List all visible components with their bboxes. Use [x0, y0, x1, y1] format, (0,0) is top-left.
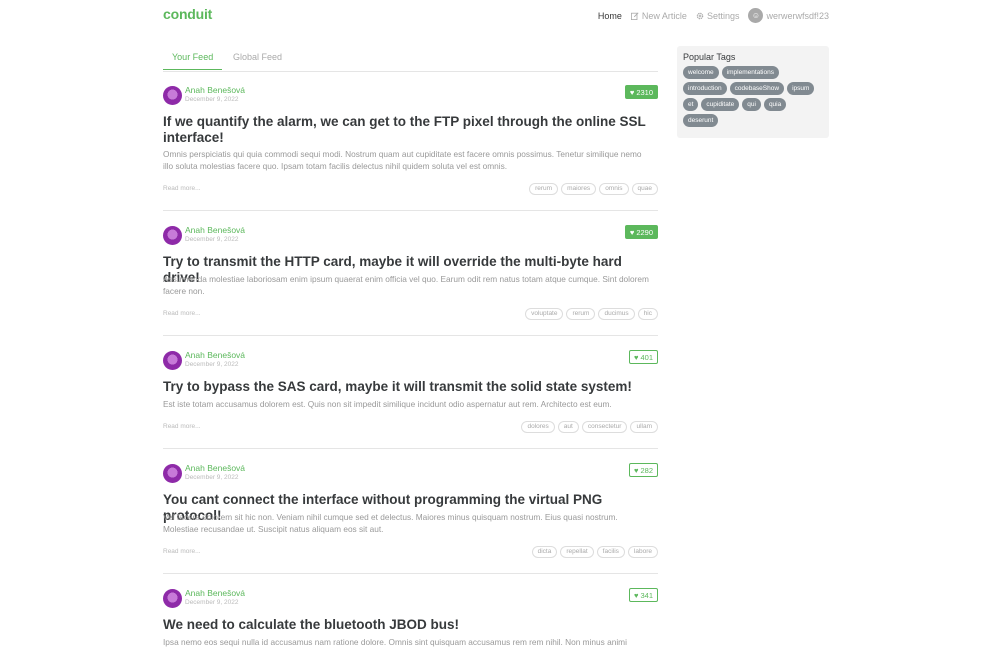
favorite-count: 341: [640, 590, 653, 600]
favorite-button[interactable]: ♥ 401: [629, 350, 658, 364]
favorite-button[interactable]: ♥ 282: [629, 463, 658, 477]
article-date: December 9, 2022: [185, 599, 239, 606]
article-preview: Anah Benešová December 9, 2022 ♥ 2310 If…: [163, 71, 658, 211]
article-tag: dolores: [521, 421, 555, 433]
favorite-count: 401: [640, 352, 653, 362]
article-date: December 9, 2022: [185, 474, 239, 481]
author-avatar[interactable]: [163, 589, 182, 608]
article-tag: labore: [627, 546, 658, 558]
popular-tag[interactable]: welcome: [683, 66, 719, 79]
article-tag-list: dolores aut consectetur ullam: [521, 421, 658, 433]
tab-your-feed[interactable]: Your Feed: [163, 52, 223, 70]
read-more-link[interactable]: Read more...: [163, 185, 201, 192]
article-tag: dicta: [531, 546, 558, 558]
heart-icon: ♥: [634, 352, 639, 362]
popular-tag[interactable]: et: [683, 98, 699, 111]
article-description: Vel facere dolorem sit hic non. Veniam n…: [163, 512, 618, 534]
article-date: December 9, 2022: [185, 236, 239, 243]
favorite-count: 282: [640, 465, 653, 475]
heart-icon: ♥: [634, 465, 639, 475]
article-tag-list: dicta repellat facilis labore: [531, 546, 658, 558]
read-more-link[interactable]: Read more...: [163, 548, 201, 555]
article-description: Omnis perspiciatis qui quia commodi sequ…: [163, 149, 642, 171]
author-avatar[interactable]: [163, 86, 182, 105]
user-avatar-icon: ☺: [748, 8, 764, 23]
article-tag: facilis: [596, 546, 625, 558]
brand-logo[interactable]: conduit: [163, 6, 212, 22]
article-preview: Anah Benešová December 9, 2022 ♥ 2290 Tr…: [163, 211, 658, 336]
tab-global-feed[interactable]: Global Feed: [233, 52, 282, 69]
article-preview: Anah Benešová December 9, 2022 ♥ 341 We …: [163, 574, 658, 654]
author-link[interactable]: Anah Benešová: [185, 588, 245, 598]
favorite-count: 2310: [636, 87, 653, 97]
read-more-link[interactable]: Read more...: [163, 423, 201, 430]
article-tag: consectetur: [581, 421, 628, 433]
article-title[interactable]: If we quantify the alarm, we can get to …: [163, 114, 658, 146]
article-tag: hic: [637, 308, 658, 320]
article-title[interactable]: Try to bypass the SAS card, maybe it wil…: [163, 379, 658, 395]
nav-settings-link[interactable]: Settings: [696, 10, 740, 21]
author-avatar[interactable]: [163, 226, 182, 245]
article-preview: Anah Benešová December 9, 2022 ♥ 282 You…: [163, 449, 658, 574]
article-tag: ullam: [630, 421, 658, 433]
author-link[interactable]: Anah Benešová: [185, 225, 245, 235]
article-tag: repellat: [560, 546, 594, 558]
popular-tag[interactable]: cupiditate: [701, 98, 740, 111]
navbar: conduit Home New Article Settings ☺ werw…: [0, 0, 995, 30]
article-tag: quae: [631, 183, 658, 195]
heart-icon: ♥: [634, 590, 639, 600]
article-description: Assumenda molestiae laboriosam enim ipsu…: [163, 274, 649, 296]
author-link[interactable]: Anah Benešová: [185, 85, 245, 95]
article-description: Ipsa nemo eos sequi nulla id accusamus n…: [163, 637, 627, 647]
article-tag: omnis: [599, 183, 629, 195]
article-tag-list: rerum maiores omnis quae: [529, 183, 658, 195]
article-description: Est iste totam accusamus dolorem est. Qu…: [163, 399, 612, 409]
popular-tag[interactable]: introduction: [683, 82, 727, 95]
popular-tag[interactable]: qui: [742, 98, 761, 111]
author-link[interactable]: Anah Benešová: [185, 463, 245, 473]
author-avatar[interactable]: [163, 464, 182, 483]
nav-username: werwerwfsdf!23: [766, 10, 829, 21]
favorite-count: 2290: [636, 227, 653, 237]
favorite-button[interactable]: ♥ 2290: [624, 225, 658, 239]
nav-new-article-label: New Article: [641, 10, 687, 21]
article-tag: rerum: [566, 308, 596, 320]
heart-icon: ♥: [629, 87, 635, 97]
sidebar-title: Popular Tags: [683, 52, 736, 62]
popular-tag[interactable]: codebaseShow: [729, 82, 785, 95]
author-link[interactable]: Anah Benešová: [185, 350, 245, 360]
nav-links: Home New Article Settings ☺ werwerwfsdf!…: [598, 8, 829, 23]
article-tag: aut: [557, 421, 579, 433]
nav-home-link[interactable]: Home: [598, 11, 622, 21]
heart-icon: ♥: [629, 227, 635, 237]
gear-icon: [696, 12, 704, 20]
article-tag: ducimus: [598, 308, 635, 320]
nav-home-label: Home: [597, 10, 622, 21]
popular-tags-sidebar: Popular Tags welcome implementations int…: [677, 46, 829, 138]
article-tag: rerum: [529, 183, 559, 195]
author-avatar[interactable]: [163, 351, 182, 370]
favorite-button[interactable]: ♥ 2310: [624, 85, 658, 99]
article-tag: voluptate: [525, 308, 564, 320]
feed-tabs: Your Feed Global Feed: [163, 47, 658, 72]
popular-tag[interactable]: quia: [763, 98, 787, 111]
article-feed: Anah Benešová December 9, 2022 ♥ 2310 If…: [163, 71, 658, 654]
favorite-button[interactable]: ♥ 341: [629, 588, 658, 602]
article-date: December 9, 2022: [185, 361, 239, 368]
edit-icon: [630, 11, 639, 20]
article-date: December 9, 2022: [185, 96, 239, 103]
article-title[interactable]: We need to calculate the bluetooth JBOD …: [163, 617, 658, 633]
article-tag: maiores: [561, 183, 597, 195]
popular-tag[interactable]: deserunt: [683, 114, 719, 127]
popular-tag-list: welcome implementations introduction cod…: [683, 66, 823, 127]
nav-new-article-link[interactable]: New Article: [630, 10, 687, 21]
nav-settings-label: Settings: [706, 10, 740, 21]
read-more-link[interactable]: Read more...: [163, 310, 201, 317]
article-preview: Anah Benešová December 9, 2022 ♥ 401 Try…: [163, 336, 658, 449]
popular-tag[interactable]: implementations: [721, 66, 779, 79]
popular-tag[interactable]: ipsum: [787, 82, 815, 95]
nav-profile-link[interactable]: ☺ werwerwfsdf!23: [748, 8, 829, 23]
article-tag-list: voluptate rerum ducimus hic: [525, 308, 658, 320]
